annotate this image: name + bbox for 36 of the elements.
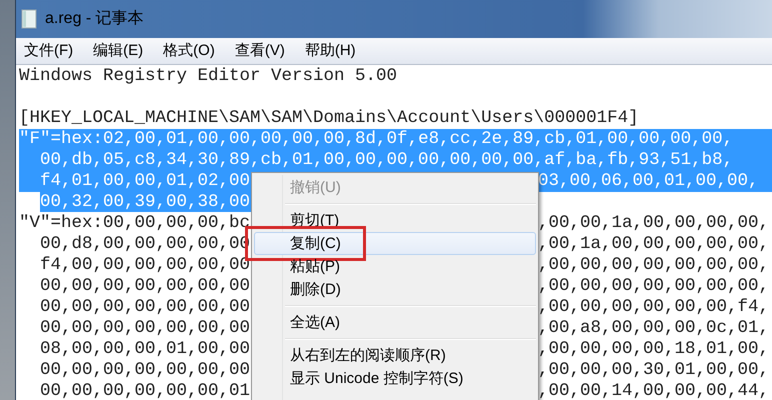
code-line: ,00,00,00,30,01,00,00, bbox=[538, 360, 770, 381]
menu-option[interactable]: 显示 Unicode 控制字符(S) bbox=[254, 367, 536, 390]
code-line: ,00,a8,00,00,00,0c,01, bbox=[538, 318, 770, 339]
code-line: Windows Registry Editor Version 5.00 bbox=[19, 66, 398, 86]
menu-item[interactable]: 帮助(H) bbox=[304, 40, 356, 62]
code-line: "F"=hex:02,00,01,00,00,00,00,00,8d,0f,e8,cc,2e,89,cb,01,00,00,00,00, bbox=[19, 129, 734, 149]
menu-option[interactable]: 粘贴(P) bbox=[254, 255, 536, 278]
menu-item[interactable]: 文件(F) bbox=[24, 40, 74, 62]
menu-option[interactable]: 全选(A) bbox=[254, 311, 536, 334]
code-line: 00,00,00,00,00,00,00 bbox=[40, 276, 250, 296]
code-line: ,00,1a,00,00,00,00,00, bbox=[538, 234, 770, 255]
menu-item[interactable]: 格式(O) bbox=[163, 40, 215, 62]
code-line: f4,01,00,00,01,02,00 bbox=[40, 171, 250, 191]
code-line: ,00,00,00,00,00,00,00, bbox=[538, 276, 770, 297]
code-line: 00,00,00,00,00,00,01 bbox=[40, 381, 250, 400]
code-line: 00,db,05,c8,34,30,89,cb,01,00,00,00,00,00,00,00,af,ba,fb,93,51,b8, bbox=[40, 150, 734, 170]
code-line: f4,00,00,00,00,00,00 bbox=[40, 255, 250, 275]
code-line: 00,00,00,00,00,00,00 bbox=[40, 318, 250, 338]
code-line: "V"=hex:00,00,00,00,bc bbox=[19, 213, 250, 233]
code-line: 08,00,00,00,01,00,00 bbox=[40, 339, 250, 359]
code-line: ,00,00,00,00,00,00,f4, bbox=[538, 297, 770, 318]
code-line: ,00,00,14,00,00,00,44, bbox=[538, 381, 770, 400]
menu-item[interactable]: 编辑(E) bbox=[93, 40, 144, 62]
code-line: ,00,00,00,00,18,01,00, bbox=[538, 339, 770, 360]
code-line: [HKEY_LOCAL_MACHINE\SAM\SAM\Domains\Account\Users\000001F4] bbox=[19, 108, 639, 128]
code-line: 00,00,00,00,00,00,00 bbox=[40, 297, 250, 317]
menu-option[interactable]: 复制(C) bbox=[254, 232, 536, 255]
code-line: ,00,00,00,00,00,00,00, bbox=[538, 255, 770, 276]
menu-item[interactable]: 查看(V) bbox=[234, 40, 285, 62]
notepad-icon bbox=[21, 9, 37, 29]
code-line: 03,00,06,00,01,00,00, bbox=[538, 171, 759, 192]
menu-option[interactable]: 删除(D) bbox=[254, 278, 536, 301]
code-line: 00,00,00,00,00,00,00 bbox=[40, 360, 250, 380]
code-line: ,00,00,1a,00,00,00,00, bbox=[538, 213, 770, 234]
menu-option[interactable]: 从右到左的阅读顺序(R) bbox=[254, 344, 536, 367]
window-title: a.reg - 记事本 bbox=[45, 8, 144, 29]
